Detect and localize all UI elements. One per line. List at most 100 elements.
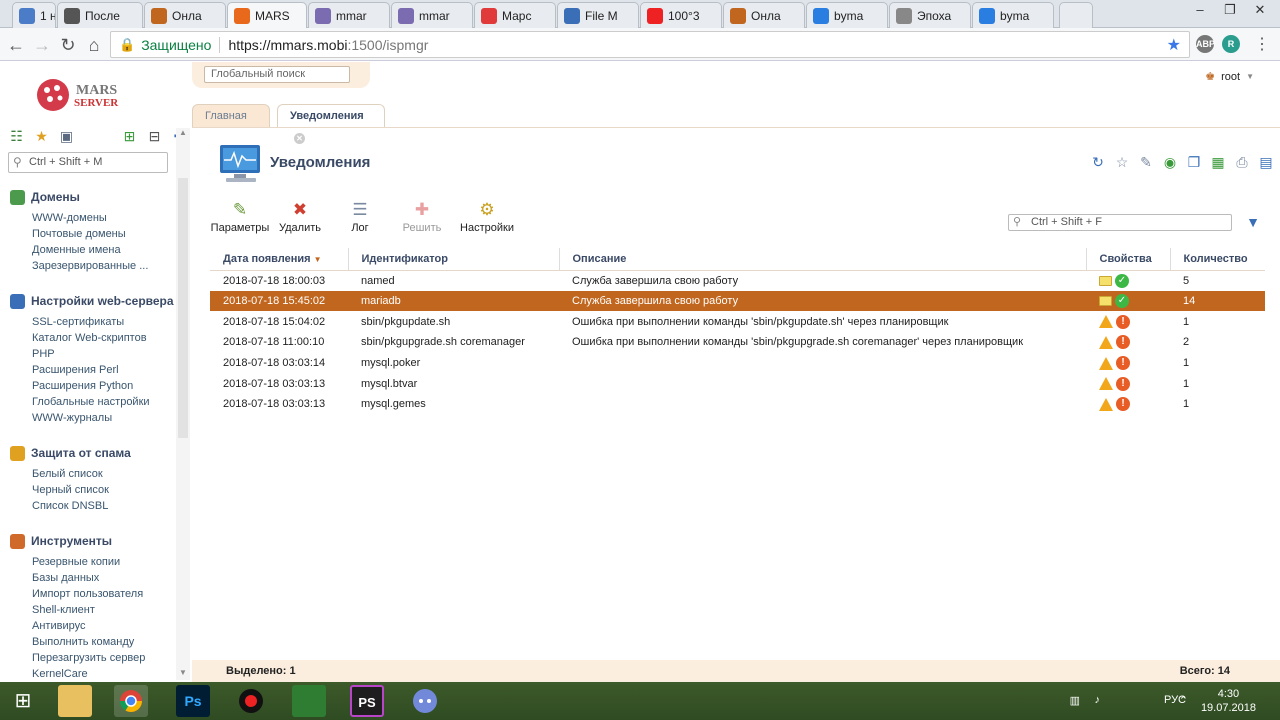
reload-button[interactable]: ↻: [56, 33, 80, 57]
sidebar-item-www-domains[interactable]: WWW-домены: [32, 210, 148, 226]
table-row[interactable]: 2018-07-18 03:03:14 mysql.poker! 1: [210, 353, 1265, 374]
scroll-thumb[interactable]: [178, 178, 188, 438]
minimize-button[interactable]: –: [1186, 0, 1214, 20]
volume-icon[interactable]: ♪: [1095, 694, 1101, 706]
column-header-id[interactable]: Идентификатор: [348, 248, 560, 271]
menu-section-header[interactable]: Домены: [10, 188, 148, 206]
tree-icon[interactable]: ☷: [8, 128, 25, 145]
sidebar-item-reboot[interactable]: Перезагрузить сервер: [32, 650, 145, 666]
network-icon[interactable]: ▥: [1070, 694, 1080, 707]
favorite-star-icon[interactable]: ☆: [1114, 154, 1130, 170]
browser-tab[interactable]: byma: [806, 2, 888, 28]
browser-tab[interactable]: Онла: [144, 2, 226, 28]
user-menu[interactable]: ♚ root ▼: [1205, 70, 1254, 84]
browser-tab[interactable]: Онла: [723, 2, 805, 28]
sidebar-item-ssl[interactable]: SSL-сертификаты: [32, 314, 174, 330]
sidebar-search-input[interactable]: ⚲ Ctrl + Shift + M: [8, 152, 168, 173]
sidebar-item-run-command[interactable]: Выполнить команду: [32, 634, 145, 650]
browser-tab[interactable]: mmar: [308, 2, 390, 28]
forward-button[interactable]: →: [30, 33, 54, 57]
column-header-properties[interactable]: Свойства: [1086, 248, 1171, 271]
close-window-button[interactable]: ✕: [1246, 0, 1274, 20]
table-row[interactable]: 2018-07-18 11:00:10 sbin/pkgupgrade.sh co…: [210, 332, 1265, 353]
sidebar-item-mail-domains[interactable]: Почтовые домены: [32, 226, 148, 242]
sidebar-item-global-settings[interactable]: Глобальные настройки: [32, 394, 174, 410]
sidebar-item-import-user[interactable]: Импорт пользователя: [32, 586, 145, 602]
back-button[interactable]: ←: [4, 33, 28, 57]
chart-app-icon[interactable]: [292, 685, 326, 717]
copy-icon[interactable]: ❐: [1186, 154, 1202, 170]
sidebar-item-php[interactable]: PHP: [32, 346, 174, 362]
new-tab-button[interactable]: [1059, 2, 1093, 28]
delete-button[interactable]: ✖ Удалить: [270, 198, 330, 234]
photoshop-icon[interactable]: Ps: [176, 685, 210, 717]
tab-notifications[interactable]: Уведомления✕: [277, 104, 385, 144]
refresh-icon[interactable]: ↻: [1090, 154, 1106, 170]
settings-button[interactable]: ⚙ Настройки: [454, 198, 520, 234]
sidebar-item-backups[interactable]: Резервные копии: [32, 554, 145, 570]
browser-tab[interactable]: MARS: [227, 2, 307, 28]
resolve-button[interactable]: ✚ Решить: [390, 198, 454, 234]
extension-icon[interactable]: R: [1222, 35, 1240, 53]
windows-start-icon[interactable]: ⊞: [6, 685, 40, 717]
table-settings-icon[interactable]: ▤: [1258, 154, 1274, 170]
browser-tab[interactable]: File M: [557, 2, 639, 28]
briefcase-icon[interactable]: ▣: [58, 128, 75, 145]
home-button[interactable]: ⌂: [82, 33, 106, 57]
table-row[interactable]: 2018-07-18 03:03:13 mysql.btvar! 1: [210, 373, 1265, 394]
collapse-all-icon[interactable]: ⊟: [146, 128, 163, 145]
browser-tab[interactable]: 1 н: [12, 2, 56, 28]
pin-icon[interactable]: ✎: [1138, 154, 1154, 170]
scroll-up-icon[interactable]: ▲: [176, 128, 190, 140]
column-header-date[interactable]: Дата появления ▼: [210, 248, 349, 271]
sidebar-item-databases[interactable]: Базы данных: [32, 570, 145, 586]
filter-funnel-icon[interactable]: ▼: [1246, 214, 1260, 230]
maximize-button[interactable]: ❐: [1216, 0, 1244, 20]
chrome-icon[interactable]: [114, 685, 148, 717]
scroll-down-icon[interactable]: ▼: [176, 668, 190, 680]
discord-icon[interactable]: [408, 685, 442, 717]
table-row[interactable]: 2018-07-18 15:04:02 sbin/pkgupdate.sh Ошиб…: [210, 311, 1265, 332]
column-header-description[interactable]: Описание: [559, 248, 1087, 271]
sidebar-item-whitelist[interactable]: Белый список: [32, 466, 131, 482]
table-row[interactable]: 2018-07-18 03:03:13 mysql.gemes! 1: [210, 394, 1265, 415]
browser-tab[interactable]: byma: [972, 2, 1054, 28]
sidebar-item-webscripts[interactable]: Каталог Web-скриптов: [32, 330, 174, 346]
table-row[interactable]: 2018-07-18 15:45:02 mariadb Служба заверши…: [210, 290, 1265, 312]
browser-tab[interactable]: После: [57, 2, 143, 28]
browser-tab[interactable]: 100°3: [640, 2, 722, 28]
log-button[interactable]: ☰ Лог: [330, 198, 390, 234]
expand-all-icon[interactable]: ⊞: [121, 128, 138, 145]
sidebar-item-python[interactable]: Расширения Python: [32, 378, 174, 394]
menu-section-header[interactable]: Защита от спама: [10, 444, 131, 462]
keyboard-lang[interactable]: РУС: [1164, 694, 1186, 706]
bookmark-star-icon[interactable]: ★: [1167, 35, 1181, 55]
global-search-input[interactable]: Глобальный поиск: [204, 66, 350, 83]
menu-section-header[interactable]: Инструменты: [10, 532, 145, 550]
sidebar-item-domain-names[interactable]: Доменные имена: [32, 242, 148, 258]
excel-icon[interactable]: ▦: [1210, 154, 1226, 170]
filter-input[interactable]: ⚲ Ctrl + Shift + F: [1008, 214, 1232, 231]
globe-icon[interactable]: ◉: [1162, 154, 1178, 170]
column-header-count[interactable]: Количество: [1170, 248, 1265, 271]
browser-tab[interactable]: Марс: [474, 2, 556, 28]
params-button[interactable]: ✎ Параметры: [210, 198, 270, 234]
table-row[interactable]: 2018-07-18 18:00:03 named Служба завершила…: [210, 270, 1265, 291]
sidebar-scrollbar[interactable]: ▲ ▼: [176, 128, 190, 680]
menu-icon[interactable]: ⋮: [1250, 33, 1274, 57]
adblock-icon[interactable]: ABP: [1196, 35, 1215, 53]
url-field[interactable]: 🔒 Защищено https://mmars.mobi:1500/ispmg…: [110, 31, 1190, 58]
browser-tab[interactable]: mmar: [391, 2, 473, 28]
sidebar-item-kernelcare[interactable]: KernelCare: [32, 666, 145, 682]
favorites-star-icon[interactable]: ★: [33, 128, 50, 145]
file-explorer-icon[interactable]: [58, 685, 92, 717]
sidebar-item-blacklist[interactable]: Черный список: [32, 482, 131, 498]
menu-section-header[interactable]: Настройки web-сервера: [10, 292, 174, 310]
sidebar-item-perl[interactable]: Расширения Perl: [32, 362, 174, 378]
print-icon[interactable]: ⎙: [1234, 154, 1250, 170]
sidebar-item-reserved[interactable]: Зарезервированные ...: [32, 258, 148, 274]
browser-tab[interactable]: Эпоха: [889, 2, 971, 28]
sidebar-item-www-logs[interactable]: WWW-журналы: [32, 410, 174, 426]
phpstorm-icon[interactable]: PS: [350, 685, 384, 717]
clock[interactable]: 4:30 19.07.2018: [1201, 687, 1256, 715]
